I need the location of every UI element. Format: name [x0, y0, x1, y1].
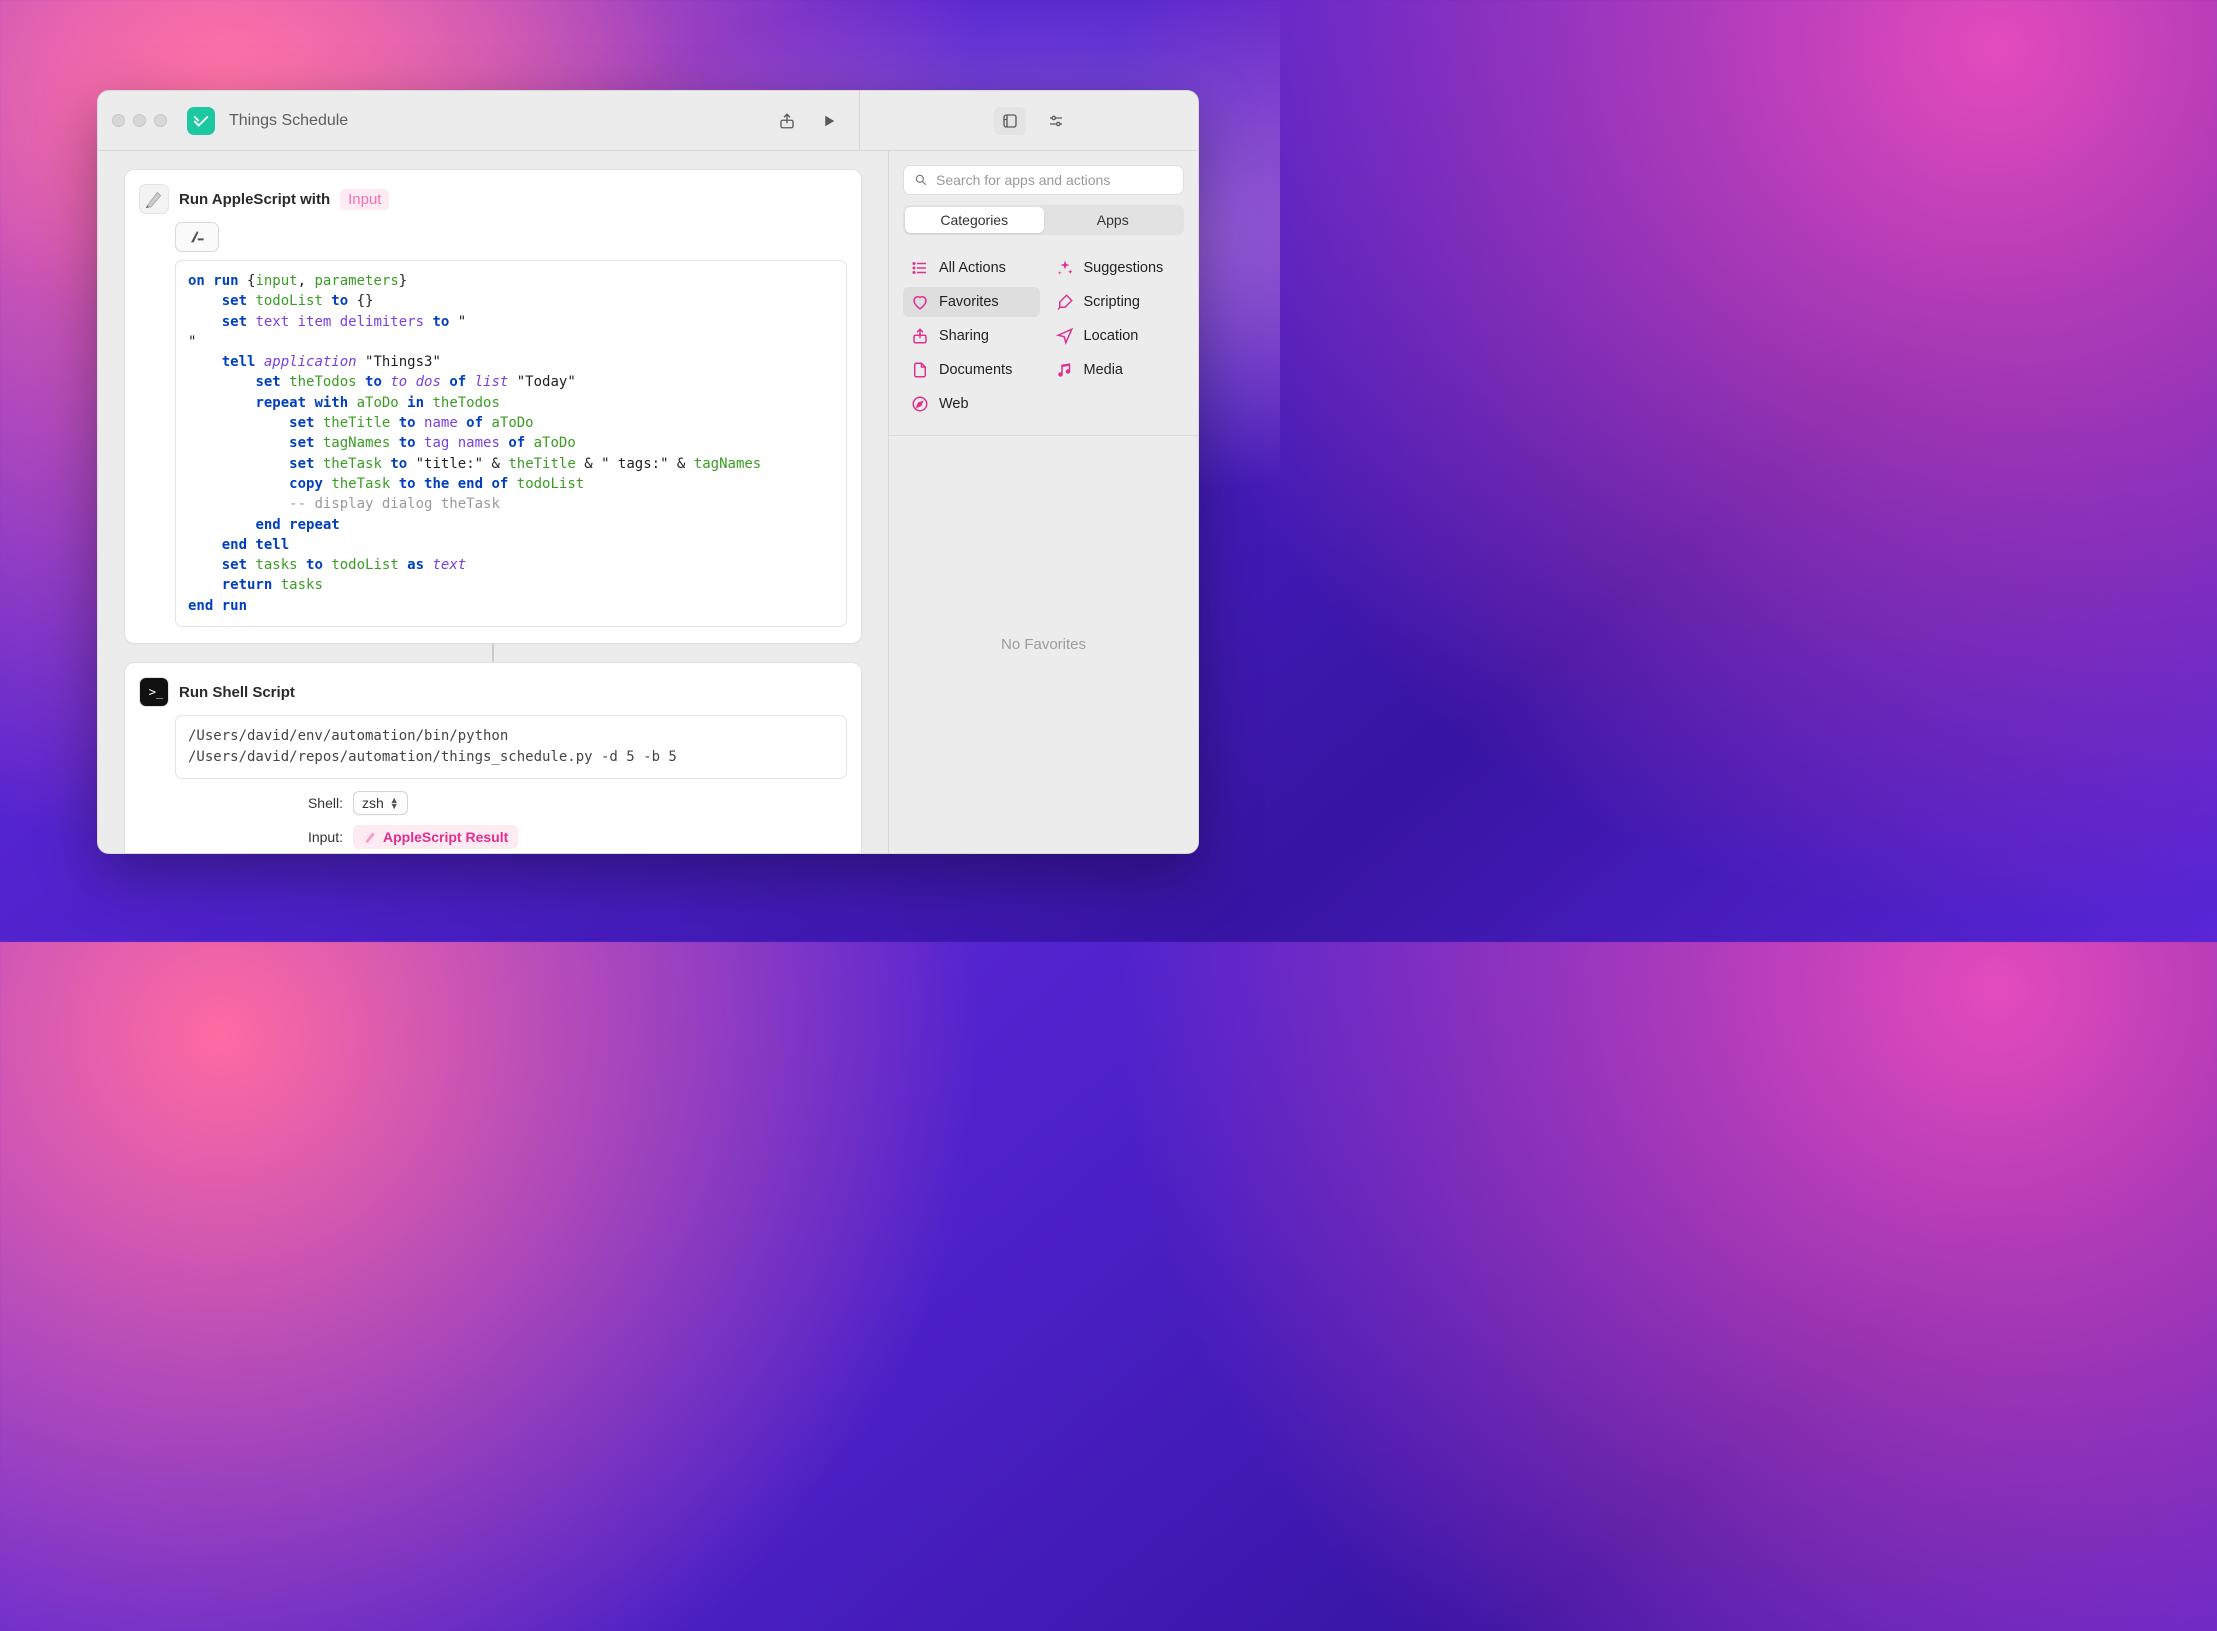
terminal-icon: >_ — [139, 677, 169, 707]
category-documents[interactable]: Documents — [903, 355, 1040, 385]
action-run-applescript[interactable]: Run AppleScript with Input on run {input… — [124, 169, 862, 644]
chevron-updown-icon: ▲▼ — [390, 797, 399, 809]
search-field[interactable] — [903, 165, 1184, 195]
shell-command-editor[interactable]: /Users/david/env/automation/bin/python /… — [175, 715, 847, 779]
list-icon — [911, 259, 929, 277]
search-icon — [914, 173, 928, 187]
run-button[interactable] — [813, 107, 845, 135]
workflow-canvas: Run AppleScript with Input on run {input… — [98, 151, 888, 853]
minimize-button[interactable] — [133, 114, 146, 127]
sparkle-icon — [1056, 259, 1074, 277]
heart-icon — [911, 293, 929, 311]
applescript-editor[interactable]: on run {input, parameters} set todoList … — [175, 260, 847, 627]
input-token[interactable]: Input — [340, 189, 389, 210]
search-input[interactable] — [936, 172, 1173, 188]
category-list: All Actions Suggestions Favorites Scripting… — [889, 247, 1198, 436]
applescript-icon — [139, 184, 169, 214]
category-media[interactable]: Media — [1048, 355, 1185, 385]
category-location[interactable]: Location — [1048, 321, 1185, 351]
tab-apps[interactable]: Apps — [1044, 207, 1183, 233]
zoom-button[interactable] — [154, 114, 167, 127]
settings-button[interactable] — [1040, 107, 1072, 135]
action-run-shell-script[interactable]: >_ Run Shell Script /Users/david/env/aut… — [124, 662, 862, 853]
library-toggle-button[interactable] — [994, 107, 1026, 135]
titlebar: Things Schedule — [98, 91, 1198, 151]
tab-categories[interactable]: Categories — [905, 207, 1044, 233]
safari-icon — [911, 395, 929, 413]
shell-select[interactable]: zsh ▲▼ — [353, 791, 408, 815]
app-icon — [187, 107, 215, 135]
doc-icon — [911, 361, 929, 379]
action-connector — [124, 644, 862, 662]
window-controls — [112, 114, 167, 127]
window-title: Things Schedule — [229, 112, 348, 130]
category-scripting[interactable]: Scripting — [1048, 287, 1185, 317]
music-icon — [1056, 361, 1074, 379]
share-button[interactable] — [771, 107, 803, 135]
library-sidebar: Categories Apps All Actions Suggestions Fa… — [888, 151, 1198, 853]
action-title: Run Shell Script — [179, 684, 295, 701]
input-token-applescript-result[interactable]: AppleScript Result — [353, 825, 518, 849]
app-window: Things Schedule — [97, 90, 1199, 854]
category-favorites[interactable]: Favorites — [903, 287, 1040, 317]
empty-state: No Favorites — [889, 436, 1198, 853]
category-sharing[interactable]: Sharing — [903, 321, 1040, 351]
category-web[interactable]: Web — [903, 389, 1040, 419]
shell-label: Shell: — [175, 795, 343, 811]
share-icon — [911, 327, 929, 345]
input-label: Input: — [175, 829, 343, 845]
category-suggestions[interactable]: Suggestions — [1048, 253, 1185, 283]
location-icon — [1056, 327, 1074, 345]
category-all-actions[interactable]: All Actions — [903, 253, 1040, 283]
paint-icon — [1056, 293, 1074, 311]
action-title: Run AppleScript with — [179, 191, 330, 208]
library-tabs: Categories Apps — [903, 205, 1184, 235]
compile-button[interactable] — [175, 222, 219, 252]
close-button[interactable] — [112, 114, 125, 127]
